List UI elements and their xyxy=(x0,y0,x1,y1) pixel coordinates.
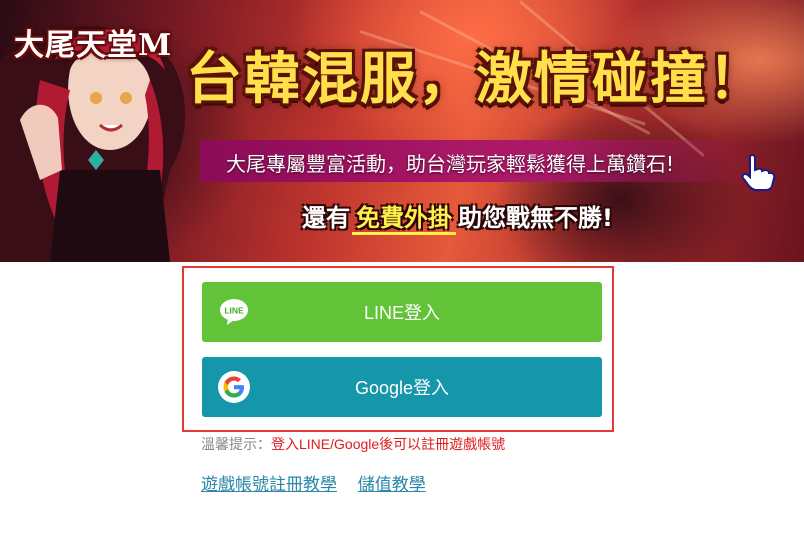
hint-message: 登入LINE/Google後可以註冊遊戲帳號 xyxy=(271,436,506,452)
tutorial-links: 遊戲帳號註冊教學 儲值教學 xyxy=(201,470,442,495)
banner-subline: 大尾專屬豐富活動，助台灣玩家輕鬆獲得上萬鑽石! xyxy=(226,152,675,176)
svg-text:LINE: LINE xyxy=(224,306,244,316)
hint-prefix: 溫馨提示： xyxy=(201,436,271,452)
account-registration-tutorial-link[interactable]: 遊戲帳號註冊教學 xyxy=(201,475,337,494)
game-logo: 大尾天堂M xyxy=(14,28,173,63)
banner-headline: 台韓混服，激情碰撞！ xyxy=(186,47,766,112)
login-hint: 溫馨提示：登入LINE/Google後可以註冊遊戲帳號 xyxy=(201,434,505,454)
google-login-label: Google登入 xyxy=(354,378,450,398)
promo-banner: 大尾天堂M 台韓混服，激情碰撞！ 大尾專屬豐富活動，助台灣玩家輕鬆獲得上萬鑽石!… xyxy=(0,0,804,262)
bottomline-suffix: 助您戰無不勝! xyxy=(458,204,613,232)
bottomline-prefix: 還有 xyxy=(302,204,350,232)
line-login-button[interactable]: LINE LINE登入 xyxy=(202,282,602,342)
login-options-box: LINE LINE登入 Google登入 xyxy=(182,266,614,432)
google-icon xyxy=(218,371,250,403)
line-login-label: LINE登入 xyxy=(363,303,441,323)
topup-tutorial-link[interactable]: 儲值教學 xyxy=(358,475,426,494)
free-plugin-highlight: 免費外掛 xyxy=(352,204,456,235)
line-icon: LINE xyxy=(220,299,248,325)
banner-bottomline: 還有 免費外掛 助您戰無不勝! xyxy=(302,198,613,235)
google-login-button[interactable]: Google登入 xyxy=(202,357,602,417)
hand-cursor-icon xyxy=(741,153,776,191)
